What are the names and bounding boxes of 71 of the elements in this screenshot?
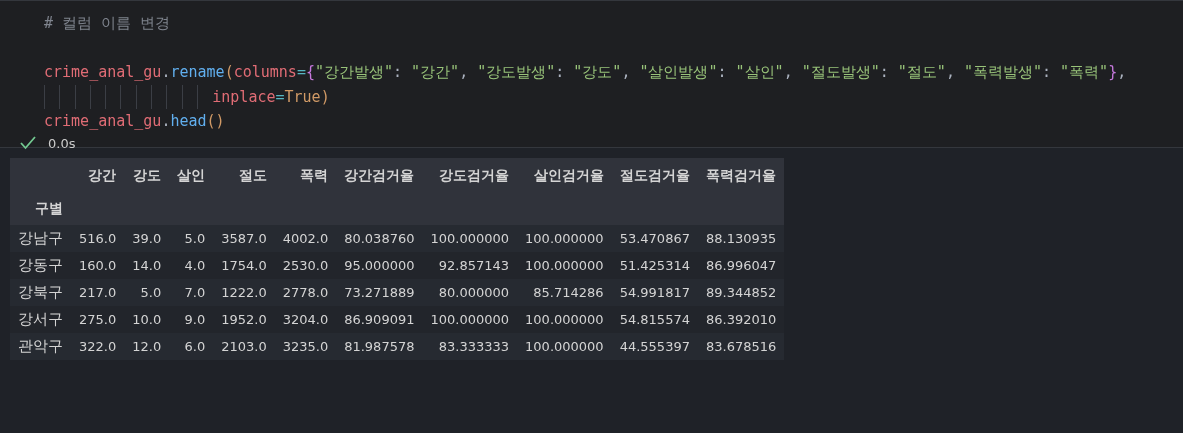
row-label: 관악구 [10, 333, 71, 360]
table-cell: 44.555397 [611, 333, 698, 360]
table-cell: 1952.0 [213, 306, 275, 333]
table-cell: 3235.0 [274, 333, 337, 360]
table-cell: 100.000000 [422, 225, 518, 252]
column-header: 강간 [71, 158, 125, 193]
index-name: 구별 [10, 193, 71, 225]
row-label: 강서구 [10, 306, 71, 333]
column-header: 절도 [213, 158, 275, 193]
table-cell: 100.000000 [517, 333, 612, 360]
column-header: 절도검거율 [611, 158, 698, 193]
table-cell: 3587.0 [213, 225, 275, 252]
table-cell: 1754.0 [213, 252, 275, 279]
table-cell: 100.000000 [517, 225, 612, 252]
column-header: 강간검거율 [336, 158, 423, 193]
table-cell: 100.000000 [517, 306, 612, 333]
column-header: 폭력 [274, 158, 337, 193]
table-cell: 100.000000 [422, 306, 518, 333]
table-cell: 83.333333 [422, 333, 518, 360]
table-cell: 7.0 [169, 279, 214, 306]
table-cell: 322.0 [71, 333, 125, 360]
table-cell: 95.000000 [336, 252, 423, 279]
column-header: 폭력검거율 [697, 158, 785, 193]
table-cell: 6.0 [169, 333, 214, 360]
table-cell: 5.0 [124, 279, 170, 306]
column-header: 살인검거율 [517, 158, 612, 193]
table-cell: 275.0 [71, 306, 125, 333]
table-cell: 86.996047 [697, 252, 785, 279]
table-cell: 73.271889 [336, 279, 423, 306]
table-cell: 51.425314 [611, 252, 698, 279]
table-cell: 85.714286 [517, 279, 612, 306]
table-cell: 92.857143 [422, 252, 518, 279]
table-cell: 2778.0 [274, 279, 337, 306]
table-cell: 53.470867 [611, 225, 698, 252]
table-cell: 80.000000 [422, 279, 518, 306]
row-label: 강동구 [10, 252, 71, 279]
code-line: crime_anal_gu.rename(columns={"강간발생": "강간", "강도발생": "강도", "살인발생": "살인", "절도발생": "절도", "폭력발생": "폭력"}, [44, 62, 1127, 83]
column-header: 살인 [169, 158, 214, 193]
table-cell: 54.815574 [611, 306, 698, 333]
column-header: 강도검거율 [422, 158, 518, 193]
table-cell: 160.0 [71, 252, 125, 279]
table-cell: 3204.0 [274, 306, 337, 333]
table-cell: 516.0 [71, 225, 125, 252]
table-cell: 2530.0 [274, 252, 337, 279]
table-cell: 86.909091 [336, 306, 423, 333]
row-label: 강남구 [10, 225, 71, 252]
table-cell: 81.987578 [336, 333, 423, 360]
row-label: 강북구 [10, 279, 71, 306]
table-cell: 83.678516 [697, 333, 785, 360]
column-header: 강도 [124, 158, 170, 193]
table-cell: 39.0 [124, 225, 170, 252]
table-cell: 1222.0 [213, 279, 275, 306]
table-cell: 100.000000 [517, 252, 612, 279]
code-line: inplace=True) [212, 86, 330, 108]
table-cell: 14.0 [124, 252, 170, 279]
table-cell: 4.0 [169, 252, 214, 279]
code-line: crime_anal_gu.head() [44, 111, 225, 132]
table-cell: 2103.0 [213, 333, 275, 360]
table-cell: 80.038760 [336, 225, 423, 252]
table-cell: 5.0 [169, 225, 214, 252]
table-cell: 4002.0 [274, 225, 337, 252]
table-cell: 9.0 [169, 306, 214, 333]
table-cell: 217.0 [71, 279, 125, 306]
table-cell: 88.130935 [697, 225, 785, 252]
code-line: # 컬럼 이름 변경 [44, 13, 171, 34]
table-cell: 89.344852 [697, 279, 785, 306]
table-cell: 54.991817 [611, 279, 698, 306]
table-cell: 86.392010 [697, 306, 785, 333]
table-cell: 10.0 [124, 306, 170, 333]
table-cell: 12.0 [124, 333, 170, 360]
execution-time: 0.0s [48, 135, 76, 151]
